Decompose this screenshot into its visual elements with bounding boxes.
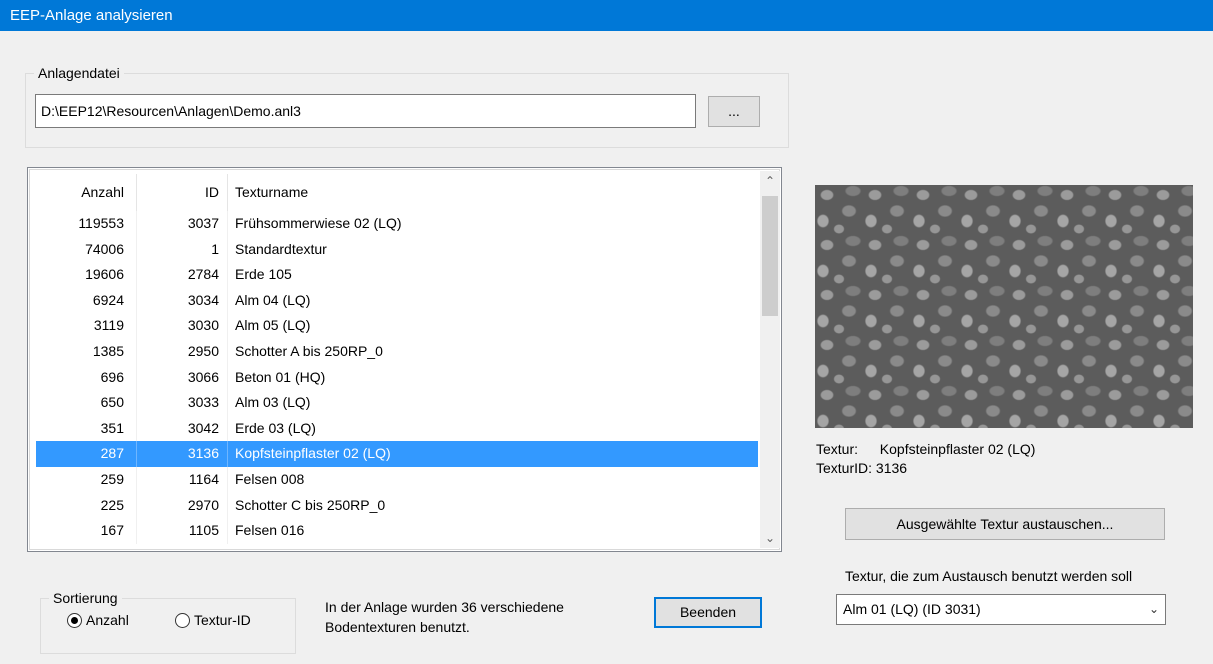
row-name-cell: Schotter C bis 250RP_0 bbox=[235, 496, 386, 513]
texture-label: Textur: bbox=[816, 441, 859, 457]
row-count-cell: 167 bbox=[36, 518, 137, 544]
vertical-scrollbar[interactable]: ⌃ ⌄ bbox=[760, 171, 780, 548]
row-name-cell: Frühsommerwiese 02 (LQ) bbox=[235, 215, 402, 231]
replacement-texture-select[interactable]: Alm 01 (LQ) (ID 3031) ⌄ bbox=[836, 594, 1166, 625]
row-name-cell: Alm 03 (LQ) bbox=[235, 394, 311, 411]
row-name-cell: Erde 03 (LQ) bbox=[235, 419, 316, 436]
row-id-cell: 2784 bbox=[137, 262, 228, 288]
table-row[interactable]: 259 1164 Felsen 008 bbox=[36, 466, 758, 493]
sort-radio-texture-id[interactable]: Textur-ID bbox=[175, 612, 251, 628]
file-path-input[interactable]: D:\EEP12\Resourcen\Anlagen\Demo.anl3 bbox=[35, 94, 696, 128]
file-group-legend: Anlagendatei bbox=[34, 64, 124, 82]
column-header-id[interactable]: ID bbox=[137, 174, 228, 211]
table-row[interactable]: 225 2970 Schotter C bis 250RP_0 bbox=[36, 492, 758, 519]
row-name-cell: Felsen 016 bbox=[235, 522, 305, 539]
row-name-cell: Felsen 008 bbox=[235, 470, 305, 487]
sort-radio-count-label: Anzahl bbox=[86, 612, 129, 628]
table-row[interactable]: 167 1105 Felsen 016 bbox=[36, 518, 758, 544]
table-row[interactable]: 74006 1 Standardtextur bbox=[36, 236, 758, 263]
row-id-cell: 2970 bbox=[137, 492, 228, 519]
window-title: EEP-Anlage analysieren bbox=[10, 7, 173, 24]
browse-button[interactable]: ... bbox=[708, 96, 760, 127]
sort-radio-count[interactable]: Anzahl bbox=[67, 612, 129, 628]
texture-name: Kopfsteinpflaster 02 (LQ) bbox=[879, 441, 1036, 457]
row-count-cell: 6924 bbox=[36, 287, 137, 314]
table-row[interactable]: 287 3136 Kopfsteinpflaster 02 (LQ) bbox=[36, 441, 758, 467]
row-name-cell: Standardtextur bbox=[235, 240, 327, 257]
list-header: Anzahl ID Texturname bbox=[36, 174, 758, 211]
row-name-cell: Alm 05 (LQ) bbox=[235, 317, 311, 334]
table-row[interactable]: 351 3042 Erde 03 (LQ) bbox=[36, 415, 758, 442]
texture-list[interactable]: Anzahl ID Texturname 119553 3037 Frühsomme… bbox=[27, 167, 782, 552]
status-line-2: Bodentexturen benutzt. bbox=[325, 619, 470, 635]
close-button[interactable]: Beenden bbox=[654, 597, 762, 628]
scrollbar-thumb[interactable] bbox=[762, 196, 778, 316]
row-id-cell: 3037 bbox=[137, 211, 228, 237]
row-id-cell: 3042 bbox=[137, 415, 228, 442]
row-name-cell: Beton 01 (HQ) bbox=[235, 368, 326, 385]
row-id-cell: 3034 bbox=[137, 287, 228, 314]
row-id-cell: 3136 bbox=[137, 441, 228, 467]
row-count-cell: 287 bbox=[36, 441, 137, 467]
row-name-cell: Schotter A bis 250RP_0 bbox=[235, 342, 383, 359]
sort-radio-texture-id-label: Textur-ID bbox=[194, 612, 251, 628]
table-row[interactable]: 6924 3034 Alm 04 (LQ) bbox=[36, 287, 758, 314]
row-id-cell: 1164 bbox=[137, 466, 228, 493]
row-count-cell: 259 bbox=[36, 466, 137, 493]
table-row[interactable]: 696 3066 Beton 01 (HQ) bbox=[36, 364, 758, 391]
replacement-selected-value: Alm 01 (LQ) (ID 3031) bbox=[843, 601, 981, 617]
row-id-cell: 2950 bbox=[137, 338, 228, 365]
texture-preview-image bbox=[815, 185, 1193, 428]
column-header-count[interactable]: Anzahl bbox=[36, 174, 137, 211]
row-count-cell: 225 bbox=[36, 492, 137, 519]
row-name-cell: Erde 105 bbox=[235, 266, 292, 283]
row-count-cell: 19606 bbox=[36, 262, 137, 288]
column-header-name[interactable]: Texturname bbox=[228, 174, 758, 211]
sort-group-legend: Sortierung bbox=[49, 589, 122, 607]
row-id-cell: 1 bbox=[137, 236, 228, 263]
row-count-cell: 351 bbox=[36, 415, 137, 442]
status-text: In der Anlage wurden 36 verschiedene Bod… bbox=[325, 597, 564, 637]
scroll-up-icon[interactable]: ⌃ bbox=[760, 171, 780, 191]
table-row[interactable]: 3119 3030 Alm 05 (LQ) bbox=[36, 313, 758, 339]
row-count-cell: 650 bbox=[36, 390, 137, 416]
status-line-1: In der Anlage wurden 36 verschiedene bbox=[325, 599, 564, 615]
chevron-down-icon: ⌄ bbox=[1148, 602, 1159, 616]
row-name-cell: Kopfsteinpflaster 02 (LQ) bbox=[235, 445, 391, 462]
row-count-cell: 696 bbox=[36, 364, 137, 391]
row-count-cell: 1385 bbox=[36, 338, 137, 365]
row-id-cell: 3033 bbox=[137, 390, 228, 416]
table-row[interactable]: 1385 2950 Schotter A bis 250RP_0 bbox=[36, 338, 758, 365]
table-row[interactable]: 119553 3037 Frühsommerwiese 02 (LQ) bbox=[36, 211, 758, 237]
row-count-cell: 3119 bbox=[36, 313, 137, 339]
replacement-label: Textur, die zum Austausch benutzt werden… bbox=[845, 568, 1133, 584]
radio-checked-icon bbox=[67, 612, 82, 628]
row-id-cell: 1105 bbox=[137, 518, 228, 544]
scroll-down-icon[interactable]: ⌄ bbox=[760, 528, 780, 548]
table-row[interactable]: 19606 2784 Erde 105 bbox=[36, 262, 758, 288]
radio-unchecked-icon bbox=[175, 612, 190, 628]
texture-id-text: TexturID: 3136 bbox=[816, 460, 908, 476]
row-count-cell: 119553 bbox=[36, 211, 137, 237]
table-row[interactable]: 650 3033 Alm 03 (LQ) bbox=[36, 390, 758, 416]
list-rows: 119553 3037 Frühsommerwiese 02 (LQ) 74006 1 S… bbox=[36, 211, 758, 544]
texture-name-line: Textur: Kopfsteinpflaster 02 (LQ) bbox=[816, 441, 1035, 457]
swap-texture-button[interactable]: Ausgewählte Textur austauschen... bbox=[845, 508, 1165, 540]
row-name-cell: Alm 04 (LQ) bbox=[235, 291, 311, 308]
row-id-cell: 3030 bbox=[137, 313, 228, 339]
row-id-cell: 3066 bbox=[137, 364, 228, 391]
row-count-cell: 74006 bbox=[36, 236, 137, 263]
window-title-bar: EEP-Anlage analysieren bbox=[0, 0, 1213, 31]
